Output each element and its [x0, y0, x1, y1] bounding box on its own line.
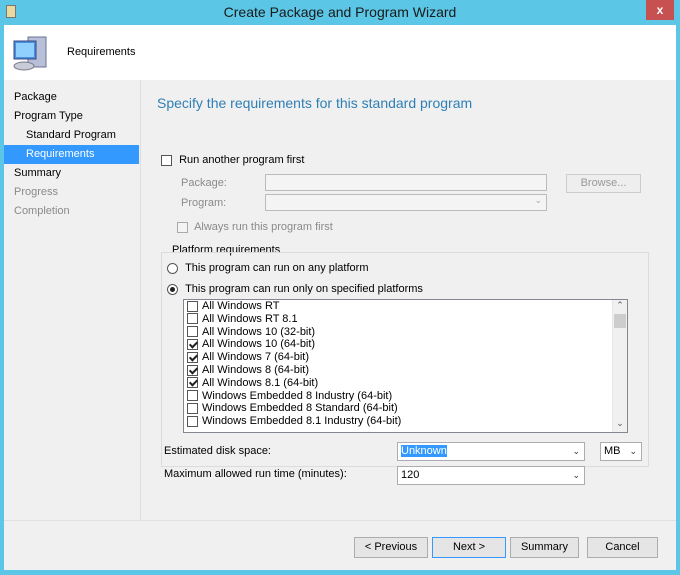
radio[interactable] — [167, 283, 178, 295]
platform-item-label: Windows Embedded 8 Industry (64-bit) — [202, 389, 393, 402]
package-label: Package: — [181, 177, 227, 189]
window-title: Create Package and Program Wizard — [223, 4, 457, 20]
app-icon — [6, 5, 16, 18]
platform-item[interactable]: Windows Embedded 8 Industry (64-bit) — [184, 390, 627, 403]
checkbox[interactable] — [187, 326, 198, 338]
checkbox[interactable] — [187, 377, 198, 389]
checkbox[interactable] — [187, 338, 198, 350]
always-run-checkbox: Always run this program first — [177, 221, 333, 233]
platform-item[interactable]: All Windows 8 (64-bit) — [184, 364, 627, 377]
chevron-down-icon: ⌄ — [572, 446, 580, 456]
platform-item-label: All Windows RT — [202, 300, 280, 312]
specified-platform-label: This program can run only on specified p… — [185, 283, 423, 295]
platform-item-label: All Windows 8 (64-bit) — [202, 363, 309, 376]
step-summary[interactable]: Summary — [4, 164, 139, 183]
disk-space-value: Unknown — [401, 445, 447, 457]
disk-unit-dropdown[interactable]: MB ⌄ — [600, 442, 642, 461]
any-platform-radio[interactable]: This program can run on any platform — [167, 262, 368, 274]
platform-item[interactable]: All Windows 7 (64-bit) — [184, 351, 627, 364]
chevron-down-icon: ⌄ — [572, 470, 580, 480]
checkbox[interactable] — [187, 313, 198, 325]
computer-icon — [13, 36, 47, 71]
radio[interactable] — [167, 262, 178, 274]
platform-list[interactable]: All Windows RT All Windows RT 8.1 All Wind… — [183, 299, 628, 433]
step-package[interactable]: Package — [4, 88, 139, 107]
runtime-value: 120 — [401, 469, 420, 481]
checkbox[interactable] — [187, 390, 198, 402]
disk-space-dropdown[interactable]: Unknown ⌄ — [397, 442, 585, 461]
always-run-label: Always run this program first — [194, 221, 333, 233]
wizard-client: Requirements Package Program Type Standa… — [4, 25, 676, 570]
runtime-dropdown[interactable]: 120 ⌄ — [397, 466, 585, 485]
platform-item[interactable]: All Windows RT — [184, 300, 627, 313]
program-label: Program: — [181, 197, 227, 209]
platform-item-label: Windows Embedded 8.1 Industry (64-bit) — [202, 415, 402, 428]
next-button[interactable]: Next > — [432, 537, 506, 558]
step-requirements[interactable]: Requirements — [4, 145, 139, 164]
platform-item[interactable]: All Windows 10 (64-bit) — [184, 338, 627, 351]
close-button[interactable]: x — [646, 0, 674, 20]
platform-item[interactable]: Windows Embedded 8 Standard (64-bit) — [184, 402, 627, 415]
title-bar: Create Package and Program Wizard x — [0, 0, 680, 25]
platform-item[interactable]: Windows Embedded 8.1 Industry (64-bit) — [184, 415, 627, 428]
scroll-down-icon[interactable]: ⌄ — [613, 418, 627, 432]
specified-platform-radio[interactable]: This program can run only on specified p… — [167, 283, 423, 295]
scrollbar[interactable]: ⌃ ⌄ — [612, 300, 627, 432]
platform-item-label: All Windows 10 (32-bit) — [202, 325, 316, 338]
wizard-steps: Package Program Type Standard Program Re… — [4, 80, 139, 520]
platform-item[interactable]: All Windows RT 8.1 — [184, 313, 627, 326]
run-another-label: Run another program first — [179, 154, 305, 166]
platform-item-label: All Windows RT 8.1 — [202, 312, 298, 325]
wizard-header: Requirements — [4, 25, 676, 80]
checkbox[interactable] — [187, 415, 198, 427]
runtime-label: Maximum allowed run time (minutes): — [164, 468, 347, 480]
platform-item-label: Windows Embedded 8 Standard (64-bit) — [202, 402, 398, 415]
chevron-down-icon: ⌄ — [629, 446, 637, 456]
browse-button: Browse... — [566, 174, 641, 193]
scroll-up-icon[interactable]: ⌃ — [613, 300, 627, 314]
platform-item-label: All Windows 10 (64-bit) — [202, 338, 316, 351]
run-another-checkbox[interactable]: Run another program first — [161, 154, 304, 166]
platform-item[interactable]: All Windows 8.1 (64-bit) — [184, 377, 627, 390]
step-program-type[interactable]: Program Type — [4, 107, 139, 126]
step-progress: Progress — [14, 186, 59, 198]
checkbox[interactable] — [161, 154, 172, 166]
platform-item-label: All Windows 7 (64-bit) — [202, 351, 309, 364]
header-title: Requirements — [67, 46, 136, 58]
step-standard-program[interactable]: Standard Program — [4, 126, 139, 145]
step-completion: Completion — [14, 205, 70, 217]
previous-button[interactable]: < Previous — [354, 537, 428, 558]
checkbox[interactable] — [187, 351, 198, 363]
disk-unit-value: MB — [604, 445, 621, 457]
checkbox — [177, 221, 188, 233]
package-field — [265, 174, 547, 191]
checkbox[interactable] — [187, 300, 198, 312]
page-title: Specify the requirements for this standa… — [157, 95, 473, 111]
cancel-button[interactable]: Cancel — [587, 537, 658, 558]
scroll-thumb[interactable] — [614, 314, 626, 328]
platform-item[interactable]: All Windows 10 (32-bit) — [184, 326, 627, 339]
summary-button[interactable]: Summary — [510, 537, 579, 558]
disk-space-label: Estimated disk space: — [164, 445, 271, 457]
main-panel: Specify the requirements for this standa… — [140, 80, 676, 520]
checkbox[interactable] — [187, 402, 198, 414]
checkbox[interactable] — [187, 364, 198, 376]
any-platform-label: This program can run on any platform — [185, 262, 369, 274]
program-dropdown: ⌄ — [265, 194, 547, 211]
platform-item-label: All Windows 8.1 (64-bit) — [202, 376, 319, 389]
chevron-down-icon: ⌄ — [534, 195, 542, 205]
footer-divider — [4, 520, 676, 521]
